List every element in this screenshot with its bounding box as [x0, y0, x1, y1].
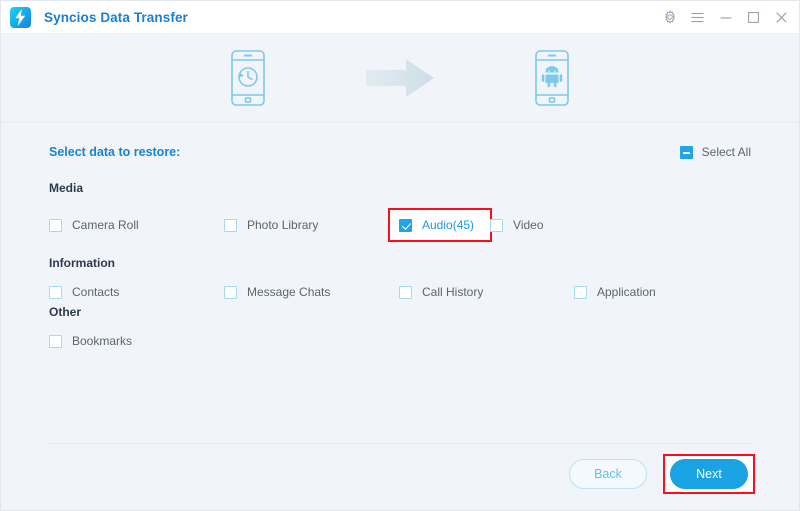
- select-data-label: Select data to restore:: [49, 145, 181, 159]
- phone-backup-restore-icon: [226, 50, 270, 106]
- group-other: Other Bookmarks: [49, 305, 751, 348]
- checkbox-item-contacts[interactable]: Contacts: [49, 285, 224, 299]
- call-history-label: Call History: [422, 285, 484, 299]
- checkbox-item-video[interactable]: Video: [490, 218, 665, 232]
- right-arrow-icon: [364, 58, 436, 98]
- group-title-other: Other: [49, 305, 82, 319]
- message-chats-checkbox[interactable]: [224, 285, 237, 299]
- group-items-other: Bookmarks: [49, 334, 751, 348]
- minimize-icon[interactable]: [718, 10, 733, 25]
- group-title-media: Media: [49, 181, 84, 195]
- footer-actions: Back Next: [569, 454, 755, 494]
- next-button[interactable]: Next: [670, 459, 748, 489]
- select-data-row: Select data to restore: Select All: [49, 123, 751, 169]
- syncios-lightning-logo-icon: [10, 6, 31, 28]
- phone-android-icon: [530, 50, 574, 106]
- checkbox-item-call-history[interactable]: Call History: [399, 285, 574, 299]
- select-all-control[interactable]: Select All: [679, 145, 751, 159]
- group-items-information: Contacts Message Chats Call History Appl…: [49, 285, 751, 299]
- camera-roll-label: Camera Roll: [72, 218, 139, 232]
- checkbox-item-photo-library[interactable]: Photo Library: [224, 218, 399, 232]
- hamburger-menu-icon[interactable]: [690, 10, 705, 25]
- photo-library-label: Photo Library: [247, 218, 319, 232]
- camera-roll-checkbox[interactable]: [49, 218, 62, 232]
- application-label: Application: [597, 285, 656, 299]
- maximize-icon[interactable]: [746, 10, 761, 25]
- transfer-header: [1, 34, 799, 123]
- next-button-highlight: Next: [663, 454, 755, 494]
- video-checkbox[interactable]: [490, 218, 504, 232]
- select-all-label: Select All: [701, 145, 751, 159]
- application-checkbox[interactable]: [574, 285, 587, 299]
- call-history-checkbox[interactable]: [399, 285, 412, 299]
- close-icon[interactable]: [774, 10, 789, 25]
- app-window: Syncios Data Transfer Select data to res…: [0, 0, 800, 511]
- title-bar: Syncios Data Transfer: [1, 1, 799, 34]
- main-panel: Select data to restore: Select All Media…: [1, 123, 799, 510]
- group-information: Information Contacts Message Chats Call …: [49, 256, 751, 299]
- window-controls: [662, 10, 789, 25]
- group-title-information: Information: [49, 256, 115, 270]
- contacts-checkbox[interactable]: [49, 285, 62, 299]
- app-title: Syncios Data Transfer: [44, 9, 188, 25]
- gear-icon[interactable]: [662, 10, 677, 25]
- checkbox-item-application[interactable]: Application: [574, 285, 749, 299]
- video-label: Video: [513, 218, 544, 232]
- checkbox-item-audio[interactable]: Audio(45): [387, 208, 493, 242]
- message-chats-label: Message Chats: [247, 285, 331, 299]
- checkbox-item-bookmarks[interactable]: Bookmarks: [49, 334, 224, 348]
- audio-label: Audio(45): [422, 218, 475, 232]
- photo-library-checkbox[interactable]: [224, 218, 237, 232]
- bookmarks-checkbox[interactable]: [49, 334, 62, 348]
- audio-checkbox[interactable]: [399, 218, 412, 232]
- back-button[interactable]: Back: [569, 459, 647, 489]
- bookmarks-label: Bookmarks: [72, 334, 133, 348]
- checkbox-item-camera-roll[interactable]: Camera Roll: [49, 218, 224, 232]
- group-media: Media Camera Roll Photo Library Audio(45…: [49, 181, 751, 242]
- contacts-label: Contacts: [72, 285, 120, 299]
- select-all-checkbox[interactable]: [679, 145, 693, 159]
- checkbox-item-message-chats[interactable]: Message Chats: [224, 285, 399, 299]
- group-items-media: Camera Roll Photo Library Audio(45) Vide…: [49, 208, 751, 242]
- footer-divider: [49, 443, 751, 444]
